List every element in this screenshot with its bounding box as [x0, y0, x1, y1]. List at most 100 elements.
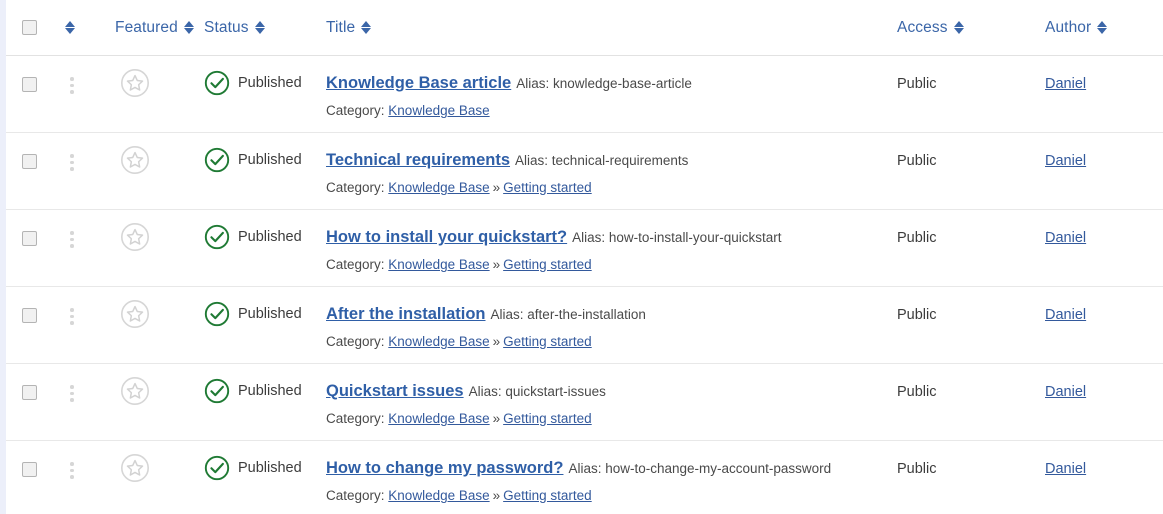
table-row: Published How to install your quickstart?…	[6, 209, 1163, 287]
category-link[interactable]: Knowledge Base	[388, 488, 489, 503]
row-author-cell: Daniel	[1001, 55, 1163, 133]
drag-dots-icon[interactable]	[70, 77, 74, 94]
category-link[interactable]: Getting started	[503, 488, 592, 503]
author-link[interactable]: Daniel	[1045, 384, 1086, 400]
category-link[interactable]: Knowledge Base	[388, 411, 489, 426]
check-circle-icon[interactable]	[204, 224, 230, 255]
sort-updown-icon[interactable]	[361, 20, 372, 35]
articles-table: Featured Status Title Access Author Publ…	[6, 0, 1163, 514]
table-header: Featured Status Title Access Author	[6, 0, 1163, 56]
star-outline-icon[interactable]	[120, 376, 196, 411]
row-ordering-cell	[50, 363, 108, 441]
category-link[interactable]: Knowledge Base	[388, 334, 489, 349]
category-prefix: Category:	[326, 411, 385, 426]
check-circle-icon[interactable]	[204, 378, 230, 409]
row-checkbox[interactable]	[22, 154, 37, 169]
alias-value: how-to-change-my-account-password	[605, 461, 832, 476]
row-checkbox[interactable]	[22, 77, 37, 92]
access-value: Public	[897, 153, 937, 169]
category-link[interactable]: Getting started	[503, 257, 592, 272]
star-outline-icon[interactable]	[120, 68, 196, 103]
sort-updown-icon[interactable]	[1097, 20, 1108, 35]
header-cell-featured[interactable]: Featured	[108, 0, 196, 56]
check-circle-icon[interactable]	[204, 301, 230, 332]
drag-dots-icon[interactable]	[70, 231, 74, 248]
alias-prefix: Alias:	[516, 76, 550, 91]
row-checkbox[interactable]	[22, 231, 37, 246]
header-cell-title[interactable]: Title	[318, 0, 853, 56]
article-title-link[interactable]: How to install your quickstart?	[326, 228, 567, 246]
row-select-cell	[6, 363, 50, 441]
status-label: Published	[238, 306, 302, 322]
access-value: Public	[897, 76, 937, 92]
category-link[interactable]: Knowledge Base	[388, 103, 489, 118]
row-select-cell	[6, 132, 50, 210]
row-author-cell: Daniel	[1001, 209, 1163, 287]
star-outline-icon[interactable]	[120, 453, 196, 488]
header-cell-author[interactable]: Author	[1001, 0, 1163, 56]
article-title-link[interactable]: How to change my password?	[326, 459, 563, 477]
row-checkbox[interactable]	[22, 308, 37, 323]
drag-dots-icon[interactable]	[70, 385, 74, 402]
table-row: Published Technical requirements Alias: te…	[6, 132, 1163, 210]
category-link[interactable]: Getting started	[503, 334, 592, 349]
row-checkbox[interactable]	[22, 385, 37, 400]
check-circle-icon[interactable]	[204, 455, 230, 486]
article-title-link[interactable]: After the installation	[326, 305, 486, 323]
article-title-link[interactable]: Knowledge Base article	[326, 74, 511, 92]
row-author-cell: Daniel	[1001, 363, 1163, 441]
breadcrumb-separator: »	[492, 334, 501, 349]
author-link[interactable]: Daniel	[1045, 153, 1086, 169]
article-title-link[interactable]: Quickstart issues	[326, 382, 464, 400]
header-label-title: Title	[326, 18, 356, 36]
category-prefix: Category:	[326, 488, 385, 503]
author-link[interactable]: Daniel	[1045, 307, 1086, 323]
header-cell-ordering[interactable]	[50, 0, 108, 56]
category-breadcrumb: Category: Knowledge Base» Getting started	[326, 486, 843, 506]
row-featured-cell	[108, 363, 196, 441]
access-value: Public	[897, 230, 937, 246]
row-access-cell: Public	[853, 55, 1001, 133]
row-select-cell	[6, 286, 50, 364]
author-link[interactable]: Daniel	[1045, 461, 1086, 477]
sort-updown-icon[interactable]	[183, 20, 195, 35]
row-ordering-cell	[50, 209, 108, 287]
row-select-cell	[6, 55, 50, 133]
sort-updown-icon[interactable]	[953, 20, 965, 35]
alias-text: Alias: how-to-change-my-account-password	[568, 461, 831, 476]
header-cell-status[interactable]: Status	[196, 0, 318, 56]
select-all-checkbox[interactable]	[22, 20, 37, 35]
row-status-cell: Published	[196, 209, 318, 287]
row-status-cell: Published	[196, 55, 318, 133]
sort-updown-icon[interactable]	[254, 20, 266, 35]
check-circle-icon[interactable]	[204, 70, 230, 101]
category-prefix: Category:	[326, 180, 385, 195]
status-label: Published	[238, 460, 302, 476]
row-featured-cell	[108, 55, 196, 133]
category-link[interactable]: Getting started	[503, 180, 592, 195]
star-outline-icon[interactable]	[120, 222, 196, 257]
row-select-cell	[6, 440, 50, 514]
alias-prefix: Alias:	[572, 230, 606, 245]
author-link[interactable]: Daniel	[1045, 230, 1086, 246]
star-outline-icon[interactable]	[120, 145, 196, 180]
category-link[interactable]: Knowledge Base	[388, 180, 489, 195]
row-featured-cell	[108, 209, 196, 287]
row-checkbox[interactable]	[22, 462, 37, 477]
star-outline-icon[interactable]	[120, 299, 196, 334]
category-link[interactable]: Getting started	[503, 411, 592, 426]
category-link[interactable]: Knowledge Base	[388, 257, 489, 272]
drag-dots-icon[interactable]	[70, 154, 74, 171]
header-cell-access[interactable]: Access	[853, 0, 1001, 56]
header-cell-select-all	[6, 0, 50, 56]
author-link[interactable]: Daniel	[1045, 76, 1086, 92]
alias-value: quickstart-issues	[505, 384, 606, 399]
article-title-link[interactable]: Technical requirements	[326, 151, 510, 169]
check-circle-icon[interactable]	[204, 147, 230, 178]
row-title-cell: Technical requirements Alias: technical-r…	[318, 132, 853, 210]
row-title-cell: How to install your quickstart? Alias: ho…	[318, 209, 853, 287]
sort-updown-icon[interactable]	[65, 20, 76, 35]
drag-dots-icon[interactable]	[70, 308, 74, 325]
drag-dots-icon[interactable]	[70, 462, 74, 479]
category-breadcrumb: Category: Knowledge Base» Getting started	[326, 409, 843, 429]
